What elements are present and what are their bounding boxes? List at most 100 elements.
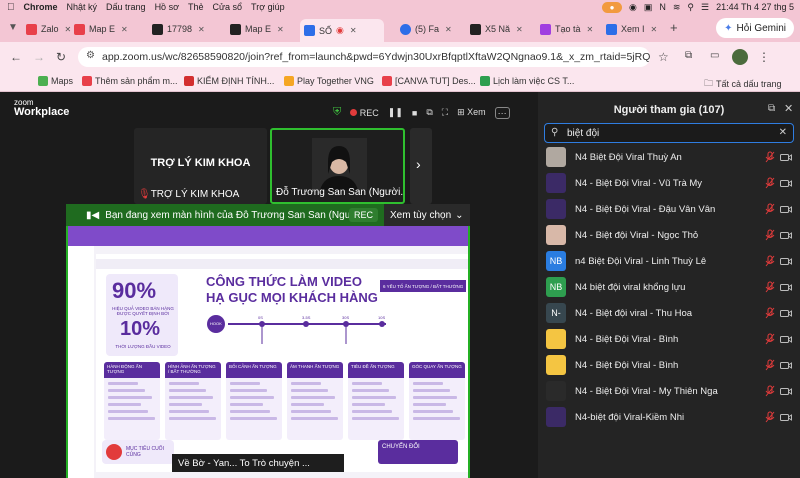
- camera-icon[interactable]: [780, 283, 792, 292]
- close-icon[interactable]: ✕: [277, 25, 284, 34]
- participant-row[interactable]: N4 - Biệt Đội Viral - Bình: [538, 326, 800, 352]
- camera-icon[interactable]: [780, 153, 792, 162]
- participant-row[interactable]: N4 - Biệt Đội Viral - Đậu Vân Vân: [538, 196, 800, 222]
- fullscreen-icon[interactable]: ⛶: [442, 107, 448, 118]
- menu-window[interactable]: Cửa sổ: [213, 2, 243, 12]
- close-icon[interactable]: ✕: [651, 25, 658, 34]
- menu-bookmarks[interactable]: Dấu trang: [106, 2, 146, 12]
- muted-mic-icon[interactable]: [765, 385, 775, 397]
- camera-icon[interactable]: [780, 309, 792, 318]
- video-tile-san-san[interactable]: Đỗ Trương San San (Người...: [270, 128, 405, 204]
- camera-icon[interactable]: [780, 335, 792, 344]
- participant-row[interactable]: N4 - Biệt Đội Viral - Bình: [538, 352, 800, 378]
- tab-xem[interactable]: Xem I ✕: [602, 19, 657, 39]
- view-options-button[interactable]: Xem tùy chọn ⌄: [384, 204, 470, 226]
- camera-icon[interactable]: [780, 179, 792, 188]
- tab-facebook[interactable]: (5) Fa ✕: [396, 19, 452, 39]
- letter-n-icon[interactable]: N: [659, 2, 666, 12]
- stop-icon[interactable]: ■: [412, 108, 417, 118]
- tab-zalo[interactable]: Zalo ✕: [22, 19, 71, 39]
- apple-icon[interactable]: : [7, 2, 15, 13]
- menu-help[interactable]: Trợ giúp: [251, 2, 285, 12]
- popout-icon[interactable]: ⧉: [768, 103, 775, 114]
- muted-mic-icon[interactable]: [765, 281, 775, 293]
- more-icon[interactable]: ···: [494, 106, 510, 119]
- close-icon[interactable]: ✕: [350, 26, 357, 35]
- video-tile-kim-khoa[interactable]: TRỢ LÝ KIM KHOA 🎙︎TRỢ LÝ KIM KHOA: [134, 128, 267, 204]
- close-icon[interactable]: ✕: [445, 25, 452, 34]
- tab-map-1[interactable]: Map E ✕: [70, 19, 128, 39]
- share-rec-badge[interactable]: REC: [349, 208, 379, 222]
- close-icon[interactable]: ✕: [587, 25, 594, 34]
- tab-map-2[interactable]: Map E ✕: [226, 19, 284, 39]
- participant-search-input[interactable]: ⚲ biệt đội ✕: [544, 123, 794, 143]
- menu-history[interactable]: Nhật ký: [67, 2, 98, 12]
- view-button[interactable]: ⊞ Xem: [457, 107, 486, 118]
- tab-zoom-active[interactable]: SỐ ◉ ✕: [300, 19, 384, 42]
- bookmark-play-together[interactable]: Play Together VNG: [284, 76, 374, 86]
- camera-icon[interactable]: [780, 413, 792, 422]
- tab-17798[interactable]: 17798 ✕: [148, 19, 205, 39]
- forward-icon[interactable]: →: [33, 50, 45, 64]
- participant-row[interactable]: NB n4 Biệt Đội Viral - Linh Thuỳ Lê: [538, 248, 800, 274]
- muted-mic-icon[interactable]: [765, 229, 775, 241]
- next-videos-button[interactable]: ›: [410, 128, 432, 204]
- muted-mic-icon[interactable]: [765, 411, 775, 423]
- menu-tab[interactable]: Thẻ: [188, 2, 204, 12]
- participant-row[interactable]: N4-biệt đội Viral-Kiềm Nhi: [538, 404, 800, 430]
- rec-indicator[interactable]: REC: [350, 108, 379, 118]
- reload-icon[interactable]: ↻: [56, 50, 66, 64]
- close-icon[interactable]: ✕: [121, 25, 128, 34]
- bookmark-all[interactable]: 🗀 Tất cả dấu trang: [704, 76, 782, 92]
- muted-mic-icon[interactable]: [765, 307, 775, 319]
- menu-chrome[interactable]: Chrome: [24, 2, 58, 12]
- camera-icon[interactable]: [780, 231, 792, 240]
- close-icon[interactable]: ✕: [516, 25, 523, 34]
- wifi-icon[interactable]: ≋: [673, 2, 681, 13]
- muted-mic-icon[interactable]: [765, 359, 775, 371]
- bookmark-add-product[interactable]: Thêm sản phẩm m...: [82, 76, 178, 86]
- gemini-button[interactable]: ✦ Hỏi Gemini: [716, 18, 794, 38]
- participant-row[interactable]: N4 - Biệt Đội Viral - Vũ Trà My: [538, 170, 800, 196]
- camera-icon[interactable]: [780, 257, 792, 266]
- participant-row[interactable]: N4 Biệt Đội Viral Thuỳ An: [538, 144, 800, 170]
- camera-status-icon[interactable]: ◉: [629, 2, 637, 13]
- url-field[interactable]: ⚙ app.zoom.us/wc/82658590820/join?ref_fr…: [78, 47, 650, 67]
- bookmark-kiem-dinh[interactable]: KIỂM ĐỊNH TÍNH...: [184, 76, 274, 86]
- camera-icon[interactable]: [780, 387, 792, 396]
- site-info-icon[interactable]: ⚙: [86, 50, 95, 61]
- close-icon[interactable]: ✕: [198, 25, 205, 34]
- menu-profile[interactable]: Hồ sơ: [155, 2, 179, 12]
- tab-search-icon[interactable]: ▼: [8, 22, 18, 33]
- camera-icon[interactable]: [780, 205, 792, 214]
- camera-icon[interactable]: [780, 361, 792, 370]
- muted-mic-icon[interactable]: [765, 151, 775, 163]
- tab-x5[interactable]: X5 Nă ✕: [466, 19, 523, 39]
- extensions-icon[interactable]: ⧉: [685, 50, 692, 61]
- back-icon[interactable]: ←: [10, 50, 22, 64]
- participant-row[interactable]: N- N4 - Biệt đội viral - Thu Hoa: [538, 300, 800, 326]
- new-tab-icon[interactable]: +: [670, 20, 678, 35]
- pause-icon[interactable]: ❚❚: [388, 107, 403, 118]
- microphone-indicator-icon[interactable]: ●: [602, 1, 622, 13]
- control-center-icon[interactable]: ☰: [701, 2, 709, 13]
- bookmark-maps[interactable]: Maps: [38, 76, 73, 86]
- popout-icon[interactable]: ⧉: [426, 107, 432, 118]
- star-icon[interactable]: ☆: [658, 50, 669, 64]
- chrome-menu-icon[interactable]: ⋮: [758, 50, 770, 64]
- search-icon[interactable]: ⚲: [687, 2, 694, 13]
- clock[interactable]: 21:44 Th 4 27 thg 5: [716, 2, 794, 12]
- zalo-tray-icon[interactable]: ▣: [644, 2, 653, 13]
- bookmark-canva-tut[interactable]: [CANVA TUT] Des...: [382, 76, 476, 86]
- participant-row[interactable]: N4 - Biệt đội Viral - Ngọc Thỏ: [538, 222, 800, 248]
- muted-mic-icon[interactable]: [765, 203, 775, 215]
- muted-mic-icon[interactable]: [765, 177, 775, 189]
- clear-icon[interactable]: ✕: [779, 127, 787, 138]
- shield-icon[interactable]: ⛨: [333, 106, 341, 119]
- sidepanel-icon[interactable]: ▭: [710, 50, 719, 61]
- muted-mic-icon[interactable]: [765, 255, 775, 267]
- participant-row[interactable]: NB N4 biệt đội viral khổng lựu: [538, 274, 800, 300]
- avatar[interactable]: [732, 49, 748, 65]
- muted-mic-icon[interactable]: [765, 333, 775, 345]
- tab-create[interactable]: Tạo tà ✕: [536, 19, 593, 39]
